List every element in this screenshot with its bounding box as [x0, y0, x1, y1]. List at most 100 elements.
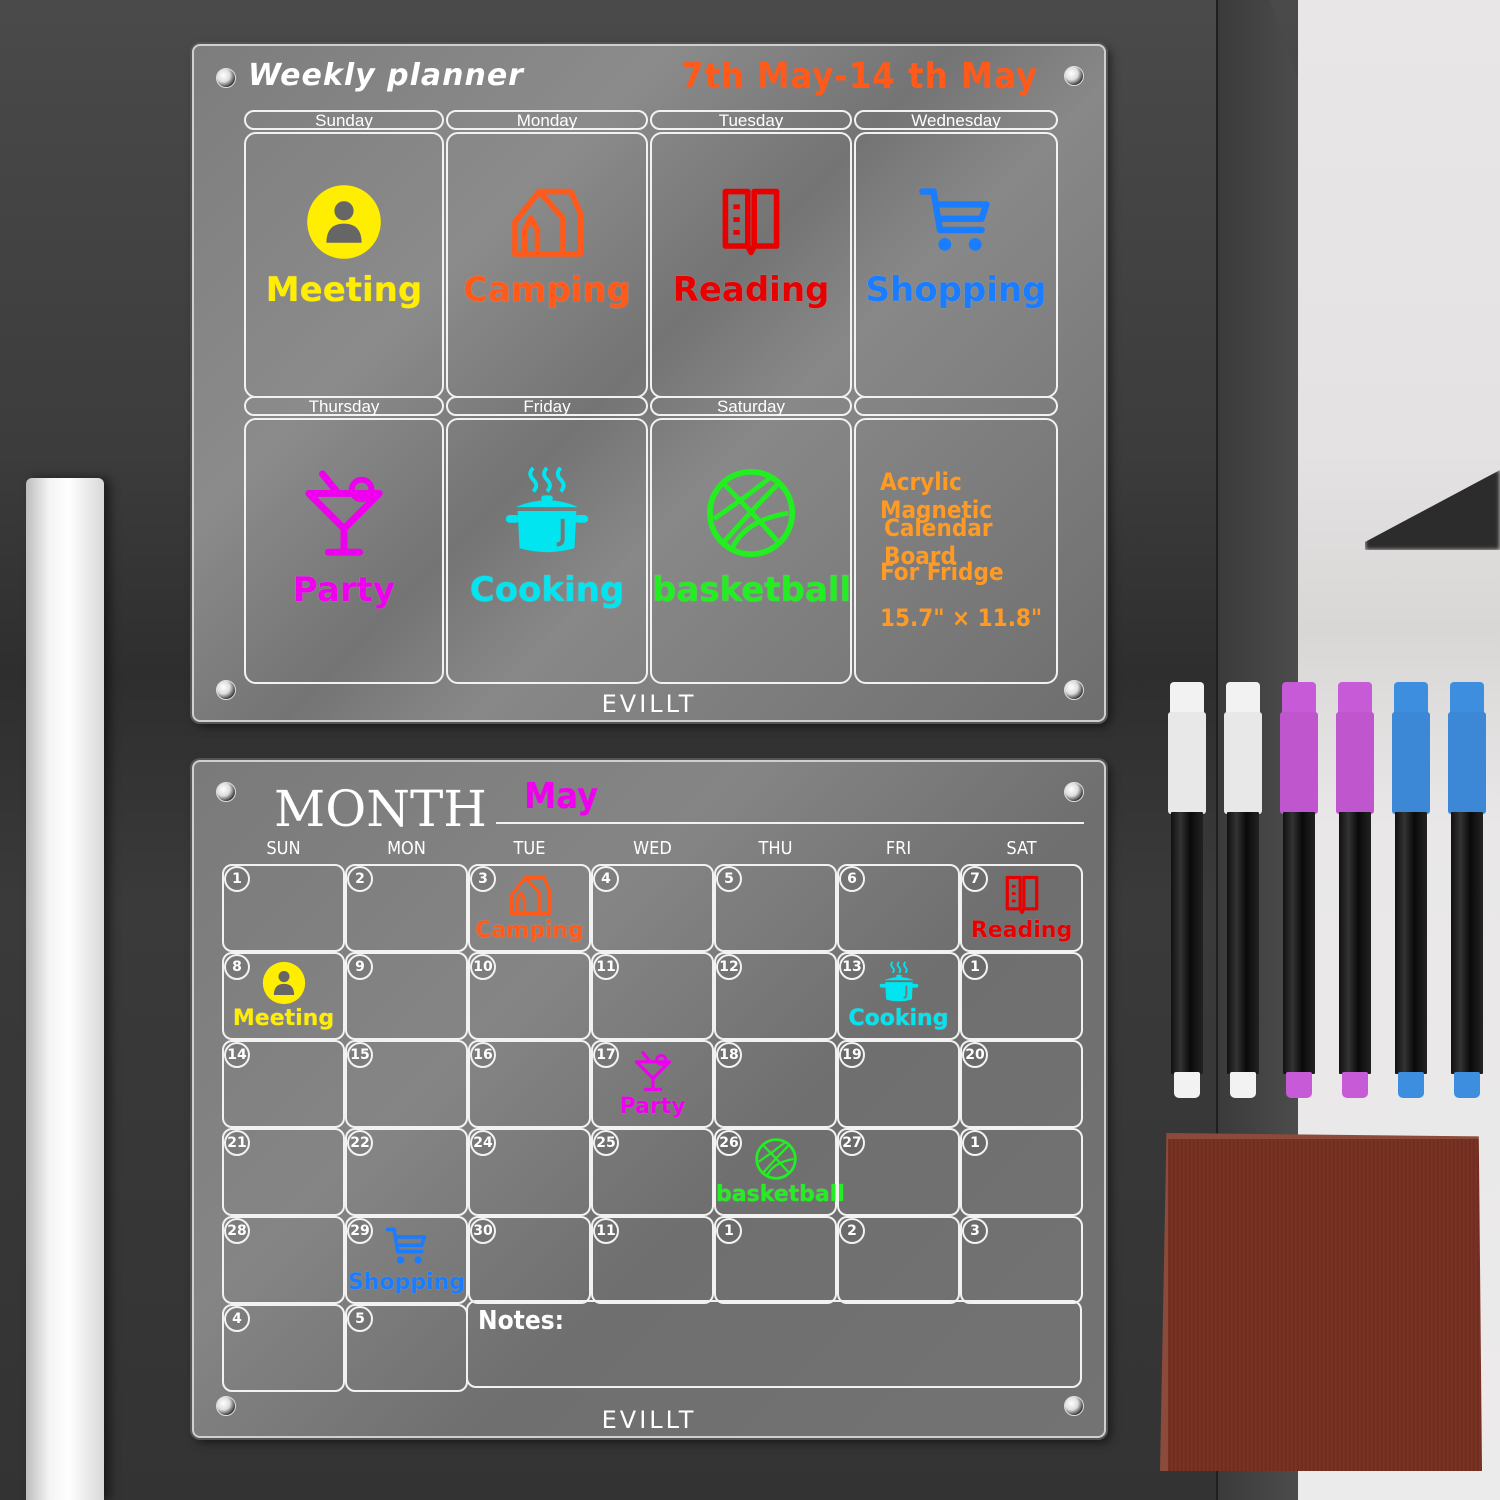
calendar-day-cell[interactable]: 27: [837, 1128, 960, 1216]
basketball-icon: [754, 1138, 797, 1180]
day-number: 20: [962, 1042, 988, 1068]
calendar-day-cell[interactable]: 19: [837, 1040, 960, 1128]
day-cell-monday[interactable]: Camping: [446, 132, 648, 398]
day-number: 25: [593, 1130, 619, 1156]
weekday-sun: SUN: [266, 838, 301, 859]
calendar-event: Camping: [470, 872, 589, 943]
calendar-day-cell[interactable]: 1: [960, 1128, 1083, 1216]
calendar-day-cell[interactable]: 3 Camping: [468, 864, 591, 952]
calendar-day-cell[interactable]: 25: [591, 1128, 714, 1216]
calendar-day-cell[interactable]: 5: [714, 864, 837, 952]
calendar-day-cell[interactable]: 17 Party: [591, 1040, 714, 1128]
day-number: 30: [470, 1218, 496, 1244]
calendar-day-cell[interactable]: 21: [222, 1128, 345, 1216]
calendar-event-label: Shopping: [347, 1270, 466, 1295]
event-label: Camping: [463, 270, 631, 310]
notes-area[interactable]: Notes:: [466, 1300, 1082, 1388]
day-number: 11: [593, 1218, 619, 1244]
day-number: 1: [962, 954, 988, 980]
marker-end: [1398, 1072, 1424, 1098]
month-underline: [496, 822, 1084, 824]
marker-end: [1454, 1072, 1480, 1098]
calendar-day-cell[interactable]: 7 Reading: [960, 864, 1083, 952]
marker-white[interactable]: [1224, 682, 1262, 1100]
calendar-day-cell[interactable]: 3: [960, 1216, 1083, 1304]
day-cell-thursday[interactable]: Party: [244, 418, 444, 684]
info-cell[interactable]: Acrylic Magnetic Calendar Board For Fridge…: [854, 418, 1058, 684]
calendar-day-cell[interactable]: 26 basketball: [714, 1128, 845, 1216]
cleaning-cloth: [1160, 1133, 1482, 1471]
calendar-day-cell[interactable]: 22: [345, 1128, 468, 1216]
day-cell-sunday[interactable]: Meeting: [244, 132, 444, 398]
marker-purple[interactable]: [1336, 682, 1374, 1100]
marker-body: [1171, 812, 1203, 1074]
day-number: 6: [839, 866, 865, 892]
calendar-day-cell[interactable]: 2: [837, 1216, 960, 1304]
date-range[interactable]: 7th May-14 th May: [681, 56, 1038, 97]
weekday-sat: SAT: [1006, 838, 1037, 859]
tent-icon: [512, 188, 584, 257]
day-number: 5: [347, 1306, 373, 1332]
day-number: 2: [839, 1218, 865, 1244]
calendar-day-cell[interactable]: 10: [468, 952, 591, 1040]
calendar-day-cell[interactable]: 4: [591, 864, 714, 952]
calendar-day-cell[interactable]: 20: [960, 1040, 1083, 1128]
day-header-sunday: Sunday: [244, 110, 444, 130]
day-number: 1: [962, 1130, 988, 1156]
day-number: 5: [716, 866, 742, 892]
day-number: 4: [224, 1306, 250, 1332]
calendar-day-cell[interactable]: 11: [591, 1216, 714, 1304]
info-line: 15.7" × 11.8": [880, 604, 1043, 632]
calendar-event-label: basketball: [716, 1182, 845, 1207]
calendar-event-label: Cooking: [848, 1006, 949, 1031]
calendar-day-cell[interactable]: 13 Cooking: [837, 952, 960, 1040]
calendar-day-cell[interactable]: 30: [468, 1216, 591, 1304]
calendar-day-cell[interactable]: 29 Shopping: [345, 1216, 468, 1304]
calendar-day-cell[interactable]: 18: [714, 1040, 837, 1128]
month-name[interactable]: May: [524, 776, 598, 817]
calendar-day-cell[interactable]: 15: [345, 1040, 468, 1128]
marker-purple[interactable]: [1280, 682, 1318, 1100]
day-cell-saturday[interactable]: basketball: [650, 418, 852, 684]
cooking-pot-icon: [879, 961, 918, 1002]
calendar-day-cell[interactable]: 1: [222, 864, 345, 952]
event-label: Party: [292, 570, 396, 610]
day-cell-friday[interactable]: Cooking: [446, 418, 648, 684]
calendar-day-cell[interactable]: 24: [468, 1128, 591, 1216]
marker-end: [1230, 1072, 1256, 1098]
calendar-day-cell[interactable]: 12: [714, 952, 837, 1040]
book-icon: [1005, 875, 1038, 915]
marker-blue[interactable]: [1448, 682, 1486, 1100]
screw-icon: [216, 782, 236, 802]
calendar-day-cell[interactable]: 16: [468, 1040, 591, 1128]
day-cell-tuesday[interactable]: Reading: [650, 132, 852, 398]
calendar-event: Meeting: [224, 960, 343, 1031]
marker-end: [1286, 1072, 1312, 1098]
event: Party: [246, 464, 442, 610]
shopping-cart-icon: [919, 188, 990, 251]
event: Shopping: [856, 182, 1056, 310]
calendar-day-cell[interactable]: 1: [714, 1216, 837, 1304]
calendar-day-cell[interactable]: 14: [222, 1040, 345, 1128]
marker-blue[interactable]: [1392, 682, 1430, 1100]
day-cell-wednesday[interactable]: Shopping: [854, 132, 1058, 398]
event: Camping: [448, 182, 646, 310]
brand-logo: EVILLT: [601, 1406, 697, 1434]
calendar-day-cell[interactable]: 9: [345, 952, 468, 1040]
marker-cap: [1394, 682, 1428, 814]
day-number: 21: [224, 1130, 250, 1156]
month-title: MONTH: [274, 780, 487, 838]
marker-white[interactable]: [1168, 682, 1206, 1100]
calendar-day-cell[interactable]: 4: [222, 1304, 345, 1392]
calendar-day-cell[interactable]: 8 Meeting: [222, 952, 345, 1040]
calendar-day-cell[interactable]: 2: [345, 864, 468, 952]
book-icon: [722, 188, 780, 256]
event-label: Meeting: [265, 270, 423, 310]
calendar-day-cell[interactable]: 11: [591, 952, 714, 1040]
calendar-day-cell[interactable]: 28: [222, 1216, 345, 1304]
calendar-day-cell[interactable]: 6: [837, 864, 960, 952]
day-number: 22: [347, 1130, 373, 1156]
screw-icon: [216, 68, 236, 88]
calendar-day-cell[interactable]: 1: [960, 952, 1083, 1040]
calendar-day-cell[interactable]: 5: [345, 1304, 468, 1392]
